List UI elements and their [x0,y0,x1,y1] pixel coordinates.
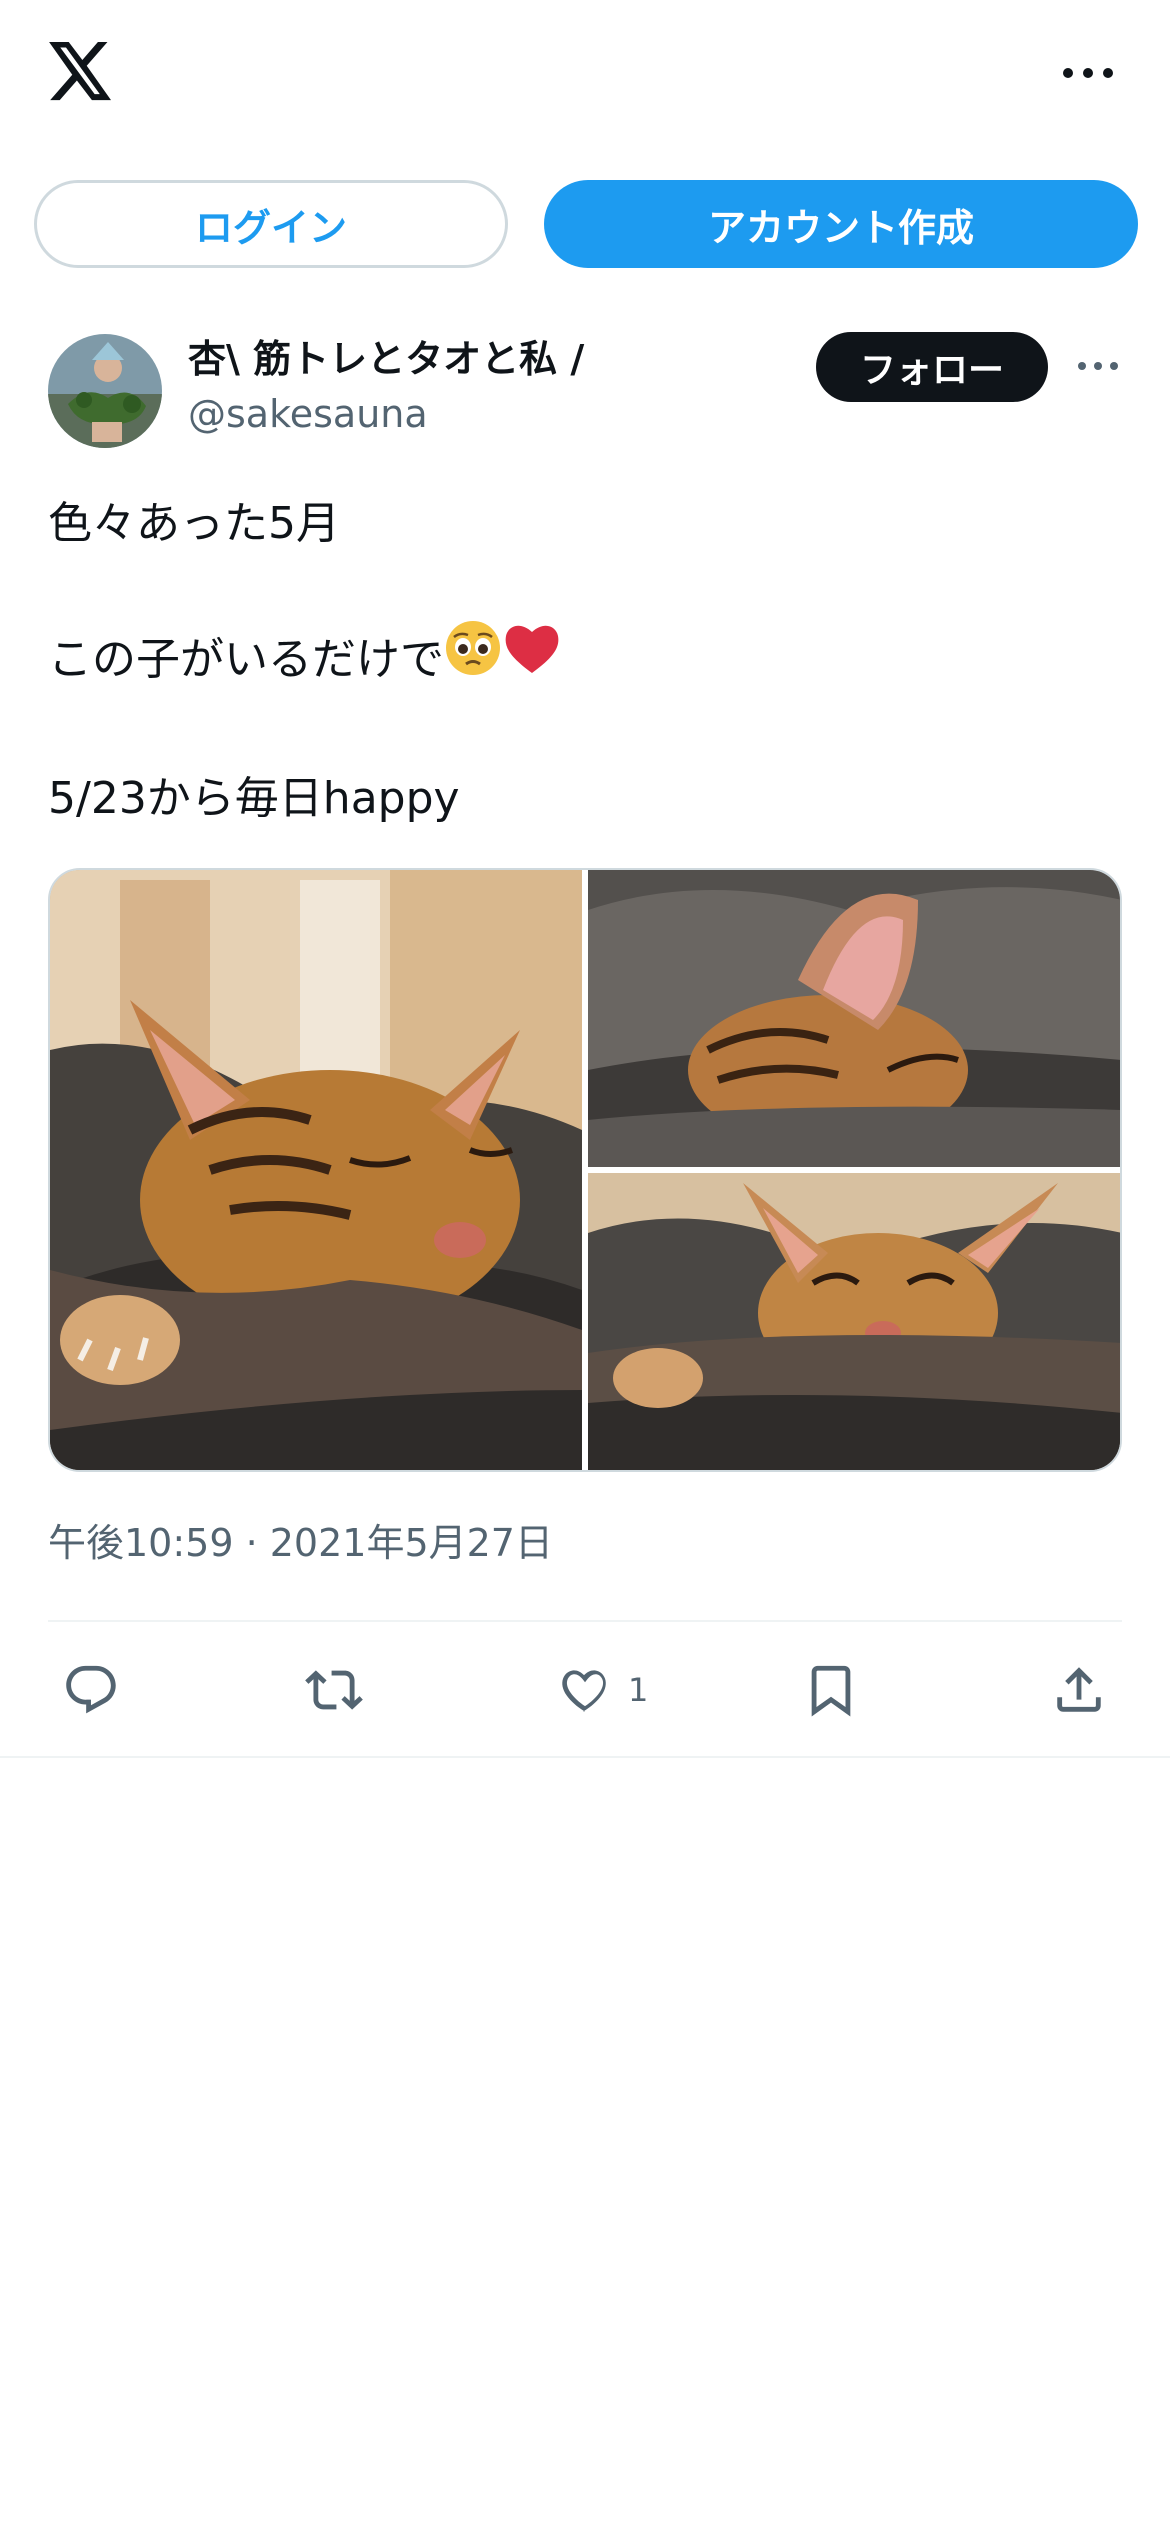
bookmark-button[interactable] [802,1660,860,1720]
post-more-icon[interactable] [1076,358,1120,374]
reply-icon [66,1665,116,1714]
kitten-photo-3[interactable] [588,1173,1120,1470]
share-icon [1057,1667,1101,1712]
follow-button[interactable]: フォロー [816,332,1048,402]
tweet-line-3: 5/23から毎日happy [48,773,460,824]
display-name[interactable]: 杏\ 筋トレとタオと私 / [188,328,584,383]
kitten-photo-2[interactable] [588,870,1120,1167]
tweet-text: 色々あった5月 この子がいるだけで 5/23から毎日happy [48,490,1118,833]
media-grid [48,868,1122,1472]
top-bar [0,0,1170,150]
repost-icon [305,1670,363,1710]
tweet-line-1: 色々あった5月 [48,498,340,549]
kitten-photo-1[interactable] [50,870,582,1470]
bookmark-icon [811,1665,851,1717]
x-logo-icon[interactable] [48,42,114,102]
post-timestamp[interactable]: 午後10:59 · 2021年5月27日 [48,1512,553,1567]
like-count: 1 [628,1671,649,1709]
heart-icon [562,1670,606,1712]
divider [0,1756,1170,1758]
divider [48,1620,1122,1622]
share-button[interactable] [1050,1660,1108,1720]
like-button[interactable]: 1 [556,1660,648,1720]
more-dots-icon[interactable] [1060,62,1116,84]
reply-button[interactable] [62,1660,120,1720]
user-handle[interactable]: @sakesauna [188,392,428,436]
repost-button[interactable] [305,1660,363,1720]
tweet-line-2: この子がいるだけで [48,634,444,685]
create-account-button[interactable]: アカウント作成 [544,180,1138,268]
red-heart-emoji [502,619,562,697]
avatar[interactable] [48,334,162,448]
pleading-face-emoji [444,619,502,697]
login-button[interactable]: ログイン [34,180,508,268]
